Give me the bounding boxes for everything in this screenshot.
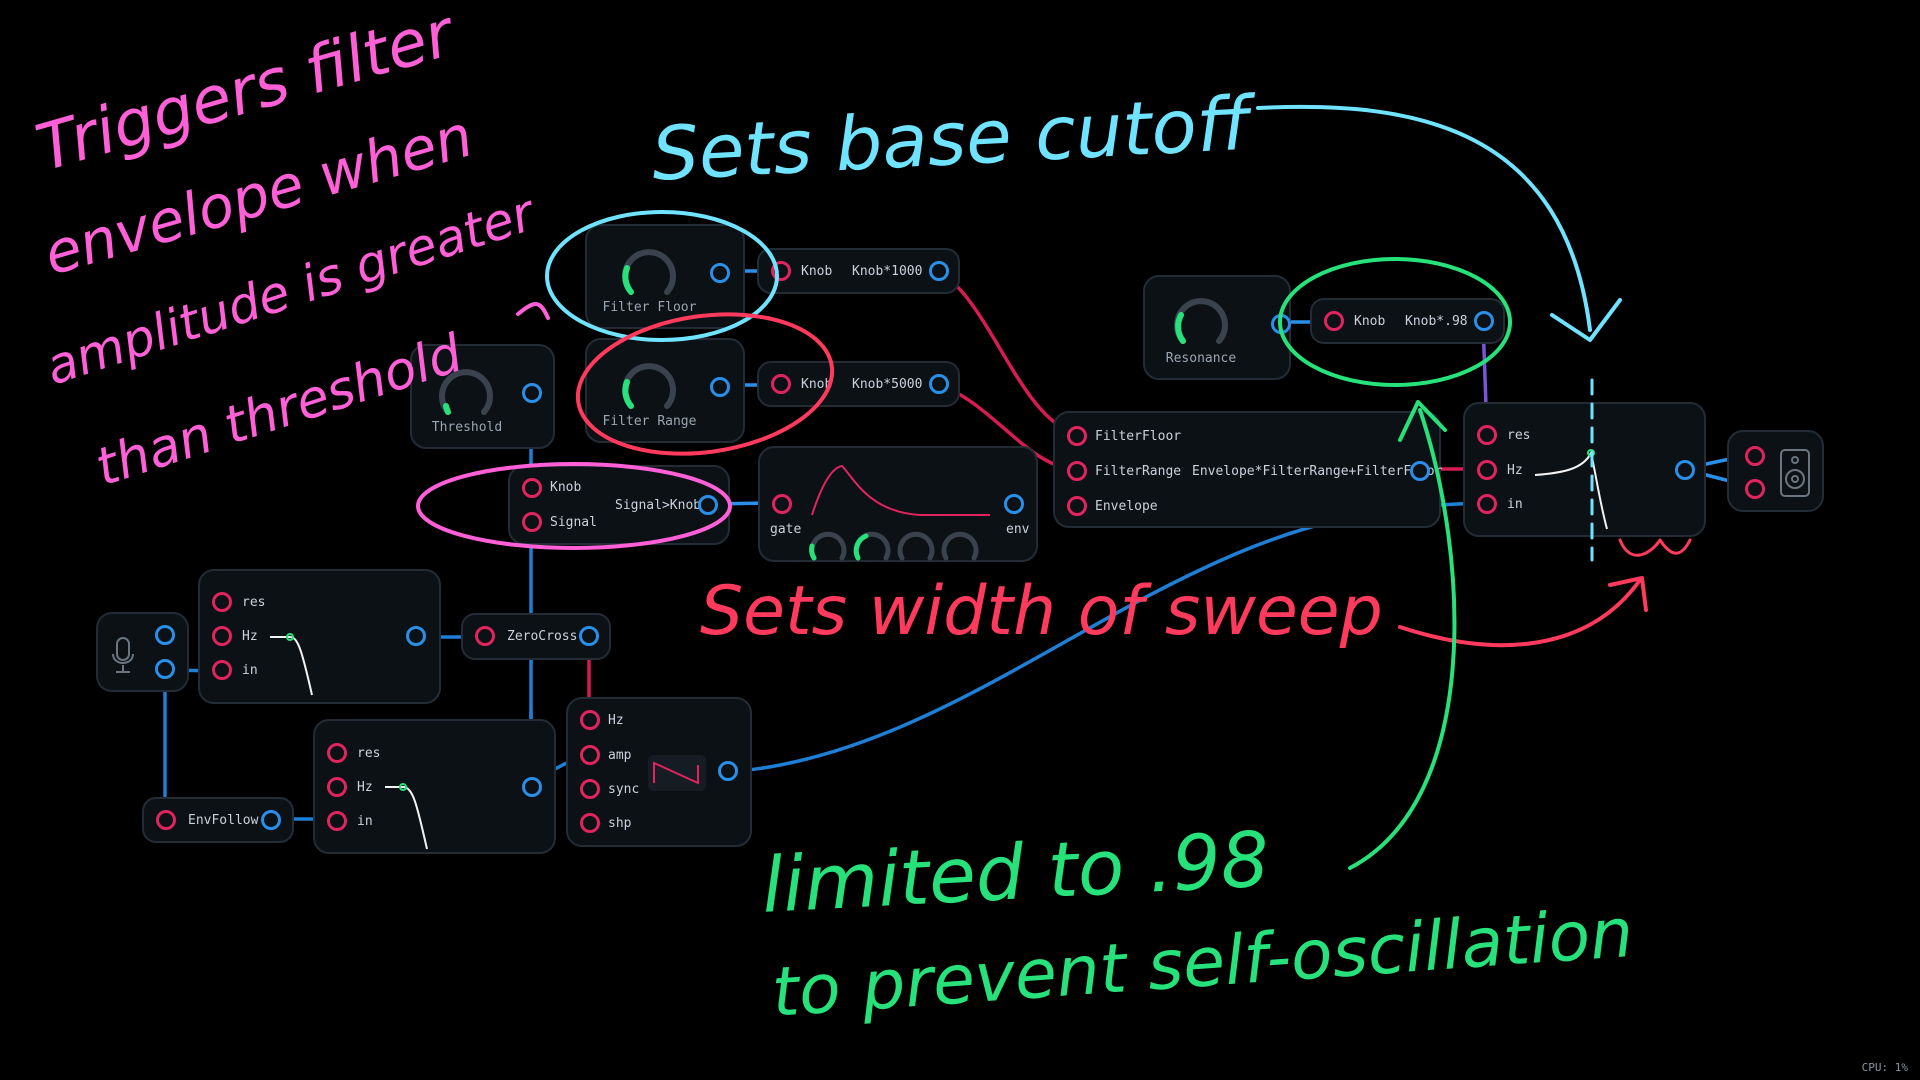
pink-pointer: [516, 302, 550, 320]
pink-circle: [416, 462, 732, 550]
cpu-usage: CPU: 1%: [1861, 1061, 1908, 1074]
red-note: Sets width of sweep: [700, 572, 1383, 651]
cyan-arrow: [1256, 104, 1592, 332]
red-arrow: [1398, 578, 1642, 648]
red-circle: [575, 312, 835, 456]
green-circle: [1278, 257, 1512, 387]
red-sweep-squiggle: [1618, 538, 1692, 557]
patch-canvas[interactable]: Filter Floor Filter Range Threshold Reso…: [0, 0, 1920, 1080]
cyan-circle: [545, 210, 779, 342]
